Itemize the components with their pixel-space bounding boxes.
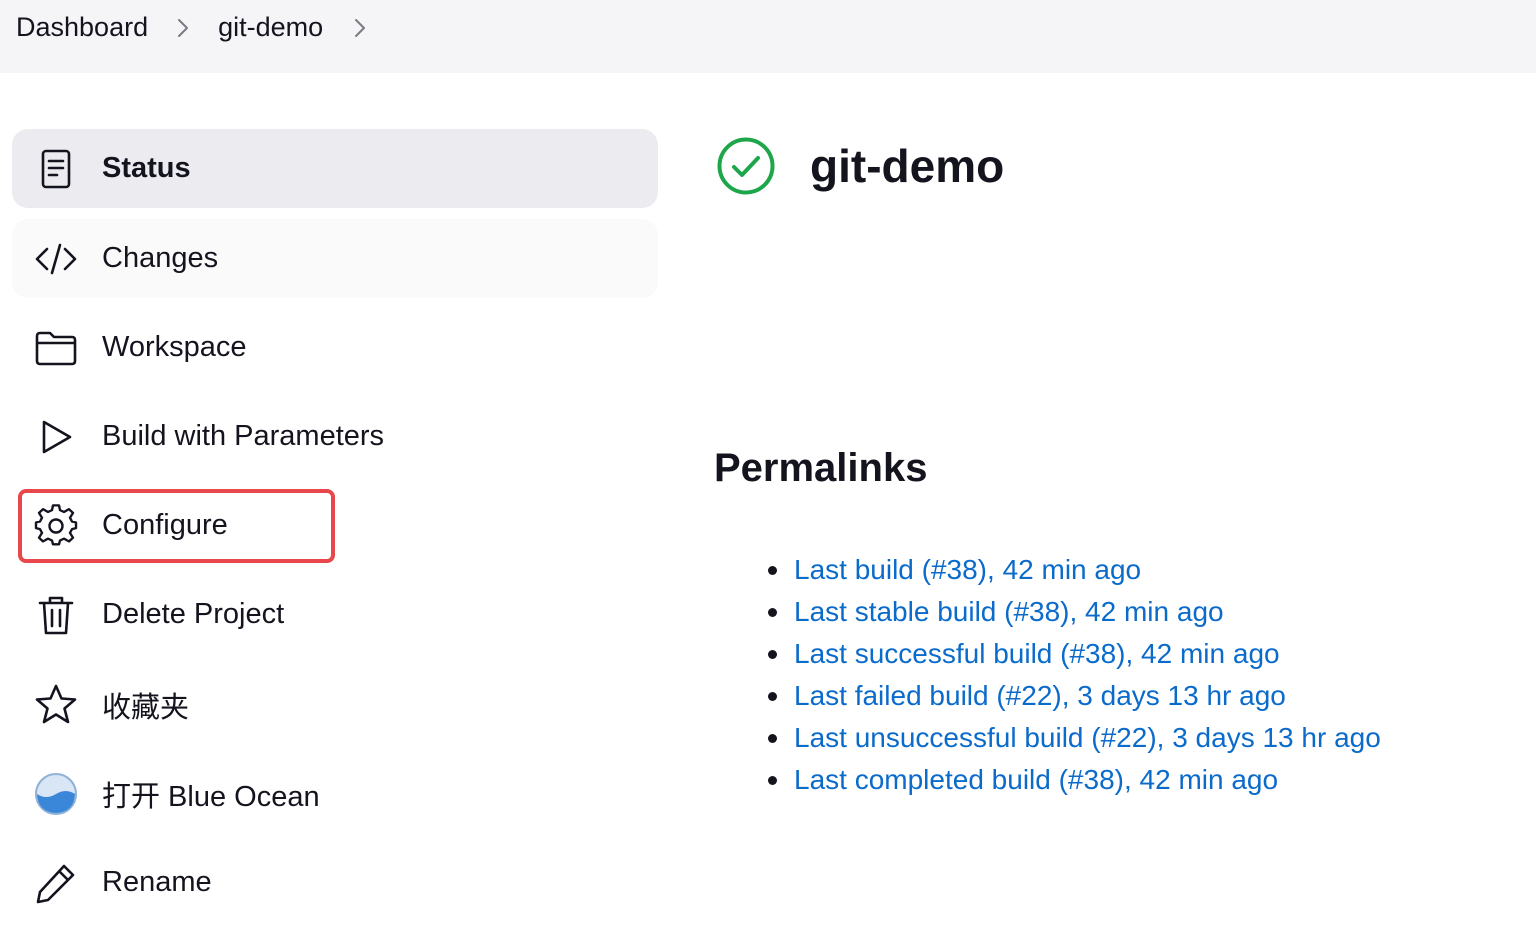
sidebar-item-label: Delete Project [102, 598, 285, 630]
folder-icon [34, 326, 78, 370]
pencil-icon [34, 861, 78, 905]
blue-ocean-icon [34, 772, 78, 816]
sidebar-item-favorites[interactable]: 收藏夹 [12, 665, 658, 744]
sidebar-item-label: Workspace [102, 331, 247, 363]
sidebar-item-configure[interactable]: Configure [12, 486, 658, 565]
list-item: Last failed build (#22), 3 days 13 hr ag… [760, 675, 1381, 717]
permalinks-list: Last build (#38), 42 min ago Last stable… [760, 549, 1381, 801]
list-item: Last stable build (#38), 42 min ago [760, 591, 1381, 633]
sidebar-item-label: 收藏夹 [102, 691, 190, 724]
breadcrumb-dashboard[interactable]: Dashboard [16, 12, 148, 43]
list-item: Last successful build (#38), 42 min ago [760, 633, 1381, 675]
chevron-right-icon[interactable] [323, 13, 367, 43]
success-check-icon [717, 137, 775, 195]
sidebar-item-label: Build with Parameters [102, 420, 385, 452]
sidebar-item-delete-project[interactable]: Delete Project [12, 575, 658, 654]
breadcrumb: Dashboard git-demo [0, 0, 1536, 73]
list-item: Last unsuccessful build (#22), 3 days 13… [760, 717, 1381, 759]
sidebar-item-label: Configure [102, 509, 228, 541]
permalink-last-failed-build[interactable]: Last failed build (#22), 3 days 13 hr ag… [794, 680, 1286, 711]
page-title: git-demo [810, 140, 1005, 192]
sidebar-item-label: 打开 Blue Ocean [102, 780, 320, 813]
gear-icon [34, 503, 78, 548]
sidebar-item-label: Changes [102, 242, 219, 274]
permalinks-heading: Permalinks [714, 446, 928, 490]
document-icon [34, 147, 78, 191]
list-item: Last build (#38), 42 min ago [760, 549, 1381, 591]
sidebar-item-workspace[interactable]: Workspace [12, 308, 658, 387]
sidebar-item-label: Status [102, 152, 191, 184]
permalink-last-completed-build[interactable]: Last completed build (#38), 42 min ago [794, 764, 1278, 795]
sidebar-item-build-with-parameters[interactable]: Build with Parameters [12, 397, 658, 476]
sidebar-item-changes[interactable]: Changes [12, 219, 658, 298]
sidebar-item-label: Rename [102, 866, 212, 898]
sidebar-item-rename[interactable]: Rename [12, 843, 658, 922]
sidebar-item-open-blue-ocean[interactable]: 打开 Blue Ocean [12, 754, 658, 833]
star-icon [34, 683, 78, 727]
permalink-last-stable-build[interactable]: Last stable build (#38), 42 min ago [794, 596, 1224, 627]
trash-icon [34, 593, 78, 637]
sidebar-item-status[interactable]: Status [12, 129, 658, 208]
permalink-last-successful-build[interactable]: Last successful build (#38), 42 min ago [794, 638, 1280, 669]
chevron-right-icon[interactable] [148, 13, 218, 43]
code-icon [34, 237, 78, 281]
permalink-last-build[interactable]: Last build (#38), 42 min ago [794, 554, 1141, 585]
list-item: Last completed build (#38), 42 min ago [760, 759, 1381, 801]
breadcrumb-git-demo[interactable]: git-demo [218, 12, 323, 43]
play-icon [34, 415, 78, 459]
permalink-last-unsuccessful-build[interactable]: Last unsuccessful build (#22), 3 days 13… [794, 722, 1381, 753]
